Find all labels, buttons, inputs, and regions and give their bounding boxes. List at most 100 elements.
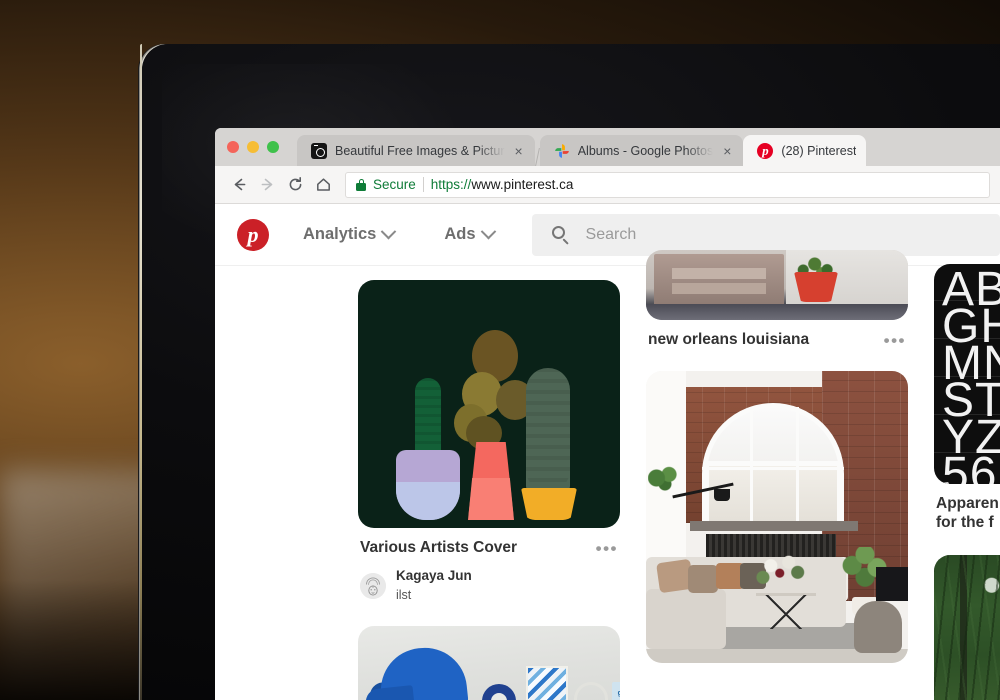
reload-button[interactable]: [281, 171, 309, 199]
photo-lamp-shade: [714, 489, 730, 502]
search-icon: [551, 225, 570, 245]
photo-cushion: [688, 565, 718, 594]
lock-icon: [356, 179, 366, 191]
photo-armchair: [854, 601, 902, 654]
nav-ads[interactable]: Ads: [428, 223, 509, 244]
pin-image-new-orleans[interactable]: [646, 250, 908, 320]
url-text: https://www.pinterest.ca: [431, 177, 574, 192]
tab-pinterest[interactable]: (28) Pinterest: [743, 135, 867, 166]
browser-window: Beautiful Free Images & Pictur × Albums …: [215, 128, 1000, 700]
tab-google-photos[interactable]: Albums - Google Photos ×: [539, 135, 744, 166]
forward-button[interactable]: [253, 171, 281, 199]
pin-column-3: AB GH MN ST YZ 56 Apparen for the f: [934, 264, 1000, 700]
nav-label: Analytics: [303, 225, 377, 243]
address-bar[interactable]: Secure https://www.pinterest.ca: [345, 171, 990, 198]
photo-window-mullion: [750, 407, 753, 528]
url-scheme: https://: [430, 177, 472, 192]
pin-title: new orleans louisiana: [648, 331, 810, 348]
pin-card[interactable]: new orleans louisiana •••: [646, 250, 908, 349]
pinterest-logo-letter: p: [247, 221, 259, 247]
pin-grid: Various Artists Cover ••• Kagaya Jun ils…: [215, 250, 1000, 700]
author-info: Kagaya Jun ilst: [396, 567, 472, 604]
pin-column-2: new orleans louisiana •••: [646, 250, 908, 685]
avatar: [360, 572, 386, 599]
chevron-down-icon: [480, 223, 496, 240]
pin-author[interactable]: Kagaya Jun ilst: [360, 567, 618, 604]
search-placeholder: Search: [585, 225, 637, 243]
maximize-window-button[interactable]: [267, 141, 279, 153]
photo-step-tread: [672, 268, 766, 279]
pinterest-page: p Analytics Ads Search Various Artists C…: [215, 204, 1000, 700]
tab-list: Beautiful Free Images & Pictur × Albums …: [297, 128, 867, 166]
poster-letter-row: 56: [942, 448, 998, 485]
photo-red-flower-pot: [794, 272, 838, 302]
minimize-window-button[interactable]: [247, 141, 259, 153]
tab-unsplash[interactable]: Beautiful Free Images & Pictur ×: [297, 135, 535, 166]
photo-sidewalk: [646, 304, 908, 320]
pinterest-icon: [757, 142, 774, 159]
pin-column-1: Various Artists Cover ••• Kagaya Jun ils…: [358, 280, 620, 700]
illustration-cactus-ridges: [415, 378, 441, 456]
pin-card[interactable]: [358, 626, 620, 700]
photo-flower-arrangement: [754, 553, 810, 596]
photo-step-tread: [672, 283, 766, 294]
pin-image-blue-flatlay[interactable]: [358, 626, 620, 700]
photo-sofa-chaise: [646, 589, 726, 650]
illustration-vase-coral-light: [468, 478, 514, 520]
pin-card[interactable]: [646, 371, 908, 664]
window-controls[interactable]: [227, 141, 279, 153]
pin-title: Various Artists Cover: [360, 539, 518, 556]
nav-analytics[interactable]: Analytics: [287, 223, 410, 244]
camera-icon: [311, 142, 327, 159]
pin-image-various-artists-cover[interactable]: [358, 280, 620, 528]
photo-television: [876, 567, 908, 602]
pin-overflow-icon[interactable]: •••: [596, 538, 618, 557]
illustration-cactus-sage-ridges: [526, 368, 570, 492]
nav-label: Ads: [444, 225, 476, 243]
url-host: www.pinterest.ca: [471, 177, 574, 192]
photo-tree-trunk: [960, 554, 967, 700]
chevron-down-icon: [381, 223, 397, 240]
pin-image-garden-flowers[interactable]: [934, 554, 1000, 700]
browser-tab-strip: Beautiful Free Images & Pictur × Albums …: [215, 128, 1000, 166]
poster-letter-rows: AB GH MN ST YZ 56: [938, 266, 1000, 485]
author-board: ilst: [396, 587, 412, 602]
pin-overflow-icon[interactable]: •••: [884, 330, 906, 349]
google-photos-icon: [554, 143, 570, 159]
browser-toolbar: Secure https://www.pinterest.ca: [215, 166, 1000, 204]
back-button[interactable]: [225, 171, 253, 199]
tab-title: (28) Pinterest: [781, 143, 857, 158]
pin-title-line1: Apparen: [936, 495, 999, 512]
pin-image-typography-poster[interactable]: AB GH MN ST YZ 56: [934, 264, 1000, 484]
pin-card[interactable]: [934, 554, 1000, 700]
laptop-edge-highlight: [139, 44, 142, 700]
photo-cable-loop: [574, 682, 608, 700]
close-tab-icon[interactable]: ×: [721, 144, 733, 158]
photo-label-card: [612, 682, 620, 700]
photo-scrunchie: [482, 684, 516, 700]
photo-patterned-book: [526, 666, 568, 700]
photo-blue-cap: [376, 643, 470, 700]
author-name: Kagaya Jun: [396, 568, 472, 584]
photo-stone-steps: [654, 254, 784, 306]
pin-card[interactable]: Various Artists Cover ••• Kagaya Jun ils…: [358, 280, 620, 604]
omnibox-divider: [422, 177, 424, 192]
illustration-vase-blue: [396, 482, 460, 520]
tab-title: Beautiful Free Images & Pictur: [335, 143, 505, 158]
illustration-pot-yellow: [521, 488, 577, 520]
close-tab-icon[interactable]: ×: [513, 144, 525, 158]
pin-title-row: Various Artists Cover •••: [360, 538, 618, 557]
home-button[interactable]: [309, 171, 337, 199]
pinterest-logo-icon[interactable]: p: [237, 218, 269, 251]
photo-window-sill: [690, 521, 858, 532]
photo-window-mullion: [796, 407, 799, 528]
pin-card[interactable]: AB GH MN ST YZ 56 Apparen for the f: [934, 264, 1000, 533]
pin-title: Apparen for the f: [936, 494, 999, 533]
pin-image-loft-living-room[interactable]: [646, 371, 908, 664]
photo-window-mullion: [702, 467, 844, 471]
pin-title-line2: for the f: [936, 514, 994, 532]
close-window-button[interactable]: [227, 141, 239, 153]
pin-title-row: new orleans louisiana •••: [648, 330, 906, 349]
tab-title: Albums - Google Photos: [577, 143, 714, 158]
photo-coffee-table-legs: [758, 595, 814, 630]
